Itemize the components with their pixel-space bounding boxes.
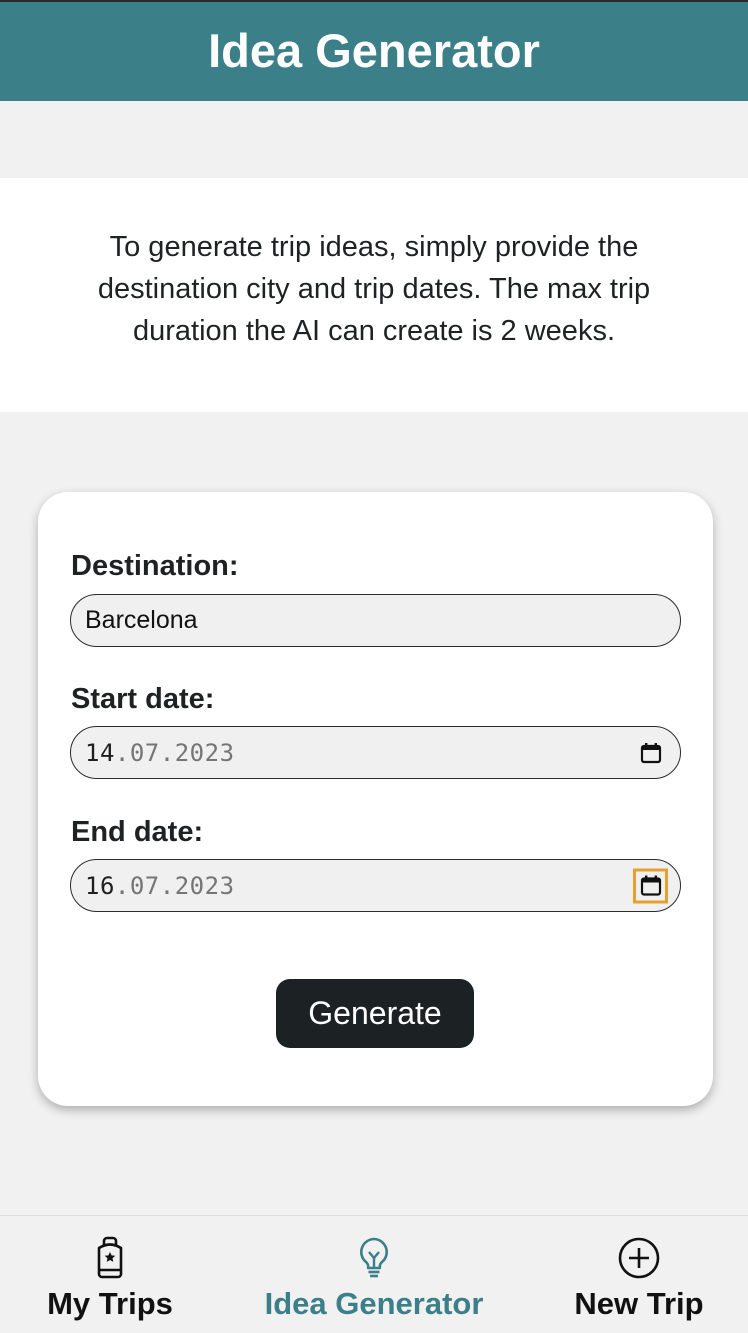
start-date-year[interactable]: 2023 <box>175 739 235 767</box>
start-date-sep: . <box>159 738 175 767</box>
end-date-sep: . <box>159 871 175 900</box>
start-date-label: Start date: <box>71 683 215 715</box>
lightbulb-icon <box>357 1236 391 1280</box>
intro-panel: To generate trip ideas, simply provide t… <box>0 178 748 412</box>
end-date-sep: . <box>114 871 130 900</box>
end-date-day[interactable]: 16 <box>85 872 115 900</box>
trip-form-card: Destination: Barcelona Start date: 14.07… <box>38 492 713 1106</box>
nav-label-idea-generator: Idea Generator <box>264 1286 484 1321</box>
page-title: Idea Generator <box>208 24 540 77</box>
start-date-value: 14.07.2023 <box>85 739 235 767</box>
start-date-sep: . <box>114 738 130 767</box>
end-date-input[interactable]: 16.07.2023 <box>70 859 681 912</box>
luggage-star-icon <box>93 1236 127 1280</box>
nav-label-new-trip: New Trip <box>574 1286 704 1321</box>
calendar-icon[interactable] <box>633 868 668 903</box>
start-date-day[interactable]: 14 <box>85 739 115 767</box>
calendar-icon[interactable] <box>636 738 666 768</box>
start-date-month[interactable]: 07 <box>130 739 160 767</box>
destination-value: Barcelona <box>85 606 198 634</box>
destination-label: Destination: <box>71 550 239 582</box>
nav-item-new-trip[interactable]: New Trip <box>566 1216 712 1333</box>
app-header: Idea Generator <box>0 0 748 101</box>
generate-button[interactable]: Generate <box>276 979 474 1048</box>
nav-item-idea-generator[interactable]: Idea Generator <box>258 1216 490 1333</box>
end-date-year[interactable]: 2023 <box>175 872 235 900</box>
end-date-label: End date: <box>71 816 204 848</box>
nav-item-my-trips[interactable]: My Trips <box>40 1216 180 1333</box>
start-date-input[interactable]: 14.07.2023 <box>70 726 681 779</box>
end-date-month[interactable]: 07 <box>130 872 160 900</box>
destination-input[interactable]: Barcelona <box>70 594 681 647</box>
end-date-value: 16.07.2023 <box>85 872 235 900</box>
nav-label-my-trips: My Trips <box>47 1286 173 1321</box>
intro-text: To generate trip ideas, simply provide t… <box>97 231 651 347</box>
plus-circle-icon <box>617 1236 661 1280</box>
bottom-nav: My Trips Idea Generator New Trip <box>0 1215 748 1333</box>
